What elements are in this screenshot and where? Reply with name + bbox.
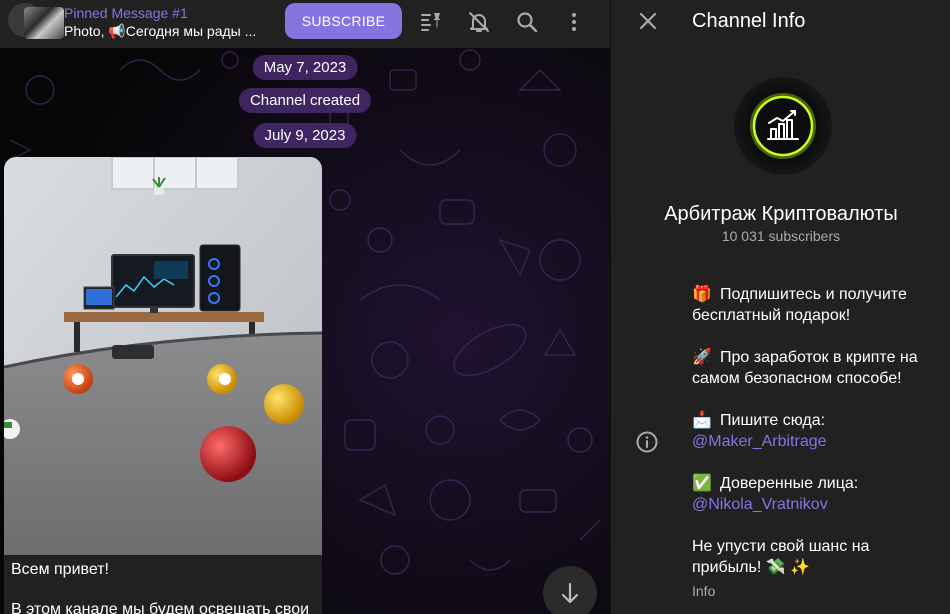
pinned-photo-thumb	[24, 7, 64, 39]
description-text: Пишите сюда:	[720, 412, 826, 429]
description-text: Не упусти свой шанс на прибыль! 💸 ✨	[692, 538, 870, 576]
close-icon[interactable]	[637, 10, 659, 32]
subscriber-count: 10 031 subscribers	[721, 228, 841, 244]
description-paragraph: Не упусти свой шанс на прибыль! 💸 ✨	[692, 536, 937, 578]
channel-description: 🎁 Подпишитесь и получите бесплатный подар…	[692, 284, 937, 602]
info-label: Info	[692, 583, 716, 599]
contact-link-nikola[interactable]: @Nikola_Vratnikov	[692, 496, 828, 513]
arrow-down-icon	[561, 582, 579, 604]
service-message-channel-created: Channel created	[238, 88, 372, 113]
pinned-message-thumbnail[interactable]	[8, 3, 64, 39]
search-icon[interactable]	[515, 10, 539, 34]
rocket-emoji: 🚀	[692, 349, 712, 366]
channel-message[interactable]: Всем привет! В этом канале мы будем осве…	[4, 157, 322, 614]
more-vertical-icon[interactable]	[562, 10, 586, 34]
description-paragraph: 🎁 Подпишитесь и получите бесплатный подар…	[692, 284, 937, 326]
description-text: Про заработок в крипте на самом безопасн…	[692, 349, 918, 387]
channel-avatar[interactable]	[734, 77, 832, 175]
scroll-to-bottom-button[interactable]	[543, 566, 597, 614]
pinned-message-title[interactable]: Pinned Message #1	[64, 5, 188, 21]
channel-info-panel: Channel Info Арбитраж Криптовалюты 10 03…	[610, 0, 950, 614]
pinned-message-text: 📢Сегодня мы рады ...	[108, 23, 257, 39]
contact-link-maker[interactable]: @Maker_Arbitrage	[692, 433, 827, 450]
date-separator: July 9, 2023	[253, 123, 357, 148]
info-icon	[636, 431, 658, 453]
gift-emoji: 🎁	[692, 286, 712, 303]
mute-bell-icon[interactable]	[467, 10, 491, 34]
pinned-message-preview[interactable]: Photo, 📢Сегодня мы рады ...	[64, 23, 256, 40]
check-emoji: ✅	[692, 475, 712, 492]
description-paragraph: ✅ Доверенные лица: @Nikola_Vratnikov	[692, 473, 937, 515]
envelope-emoji: 📩	[692, 412, 712, 429]
description-paragraph: 🚀 Про заработок в крипте на самом безопас…	[692, 347, 937, 389]
channel-name: Арбитраж Криптовалюты	[664, 203, 898, 225]
description-text: Подпишитесь и получите бесплатный подаро…	[692, 286, 907, 324]
panel-title: Channel Info	[692, 10, 806, 32]
message-line: В этом канале мы будем освещать свои	[11, 601, 310, 614]
pinned-list-icon[interactable]	[419, 10, 443, 34]
description-paragraph: 📩 Пишите сюда: @Maker_Arbitrage	[692, 410, 937, 452]
message-photo[interactable]	[4, 157, 322, 555]
message-text: Всем привет! В этом канале мы будем осве…	[11, 560, 316, 614]
subscribe-button[interactable]: SUBSCRIBE	[285, 3, 402, 39]
date-separator: May 7, 2023	[252, 55, 358, 80]
description-text: Доверенные лица:	[720, 475, 859, 492]
pinned-media-label: Photo,	[64, 23, 109, 39]
chat-area: Pinned Message #1 Photo, 📢Сегодня мы рад…	[0, 0, 610, 614]
message-line: Всем привет!	[11, 561, 109, 578]
chat-header: Pinned Message #1 Photo, 📢Сегодня мы рад…	[0, 0, 610, 48]
